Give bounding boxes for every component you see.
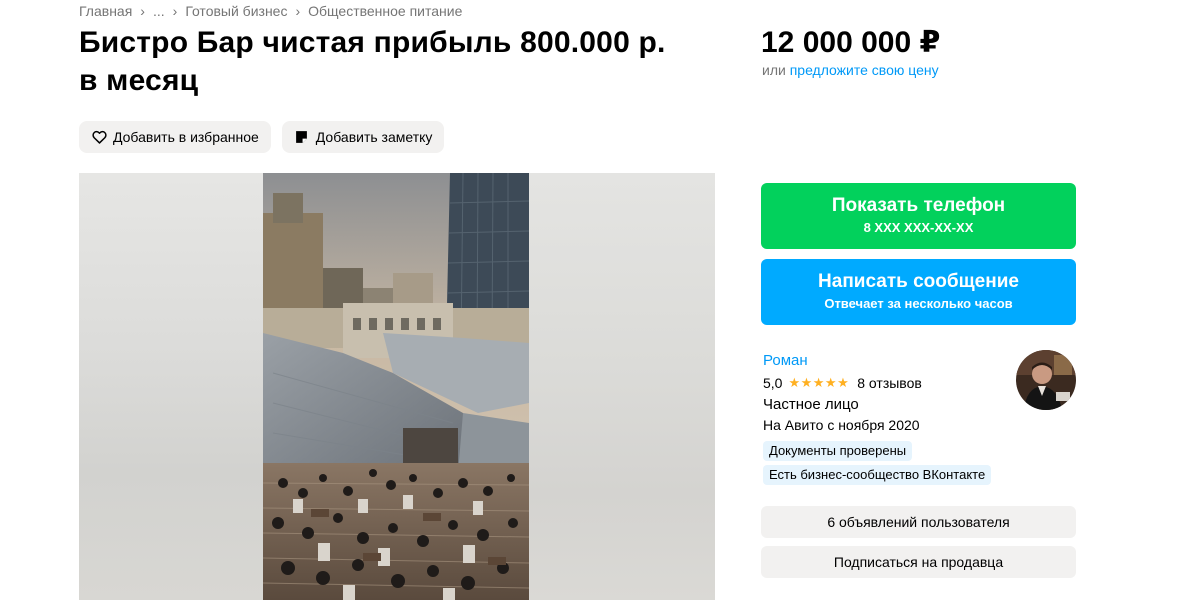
reviews-link[interactable]: 8 отзывов [857, 373, 922, 393]
add-to-favorites-button[interactable]: Добавить в избранное [79, 121, 271, 153]
price: 12 000 000 ₽ [761, 26, 941, 59]
add-note-label: Добавить заметку [315, 129, 433, 145]
page-title: Бистро Бар чистая прибыль 800.000 р. в м… [79, 24, 739, 100]
badge-documents-verified: Документы проверены [763, 441, 913, 461]
badge-vk-community: Есть бизнес-сообщество ВКонтакте [763, 465, 992, 485]
chevron-right-icon: › [140, 3, 145, 19]
breadcrumb-home[interactable]: Главная [79, 3, 132, 19]
listing-photo[interactable] [263, 173, 529, 600]
title-line-2: в месяц [79, 64, 199, 97]
masked-phone: 8 XXX XXX-XX-XX [863, 220, 974, 235]
star-rating-icon: ★★★★★ [788, 375, 850, 390]
write-message-button[interactable]: Написать сообщение Отвечает за несколько… [761, 259, 1076, 325]
rooftop-bar-image [263, 173, 529, 600]
chevron-right-icon: › [295, 3, 301, 19]
breadcrumb: Главная › ... › Готовый бизнес › Обществ… [79, 3, 462, 19]
breadcrumb-catering[interactable]: Общественное питание [308, 3, 462, 19]
chevron-right-icon: › [172, 3, 178, 19]
seller-avatar-image [1016, 350, 1076, 410]
heart-icon [91, 129, 107, 145]
gallery-blur-left [79, 173, 263, 600]
photo-gallery[interactable] [79, 173, 715, 600]
seller-ads-button[interactable]: 6 объявлений пользователя [761, 506, 1076, 538]
rating-value: 5,0 [763, 375, 783, 391]
write-message-label: Написать сообщение [818, 271, 1019, 292]
seller-badges: Документы проверены Есть бизнес-сообщест… [763, 437, 1077, 485]
add-note-button[interactable]: Добавить заметку [281, 121, 445, 153]
note-icon [294, 129, 310, 145]
seller-since: На Авито с ноября 2020 [763, 417, 920, 433]
price-offer: или предложите свою цену [762, 62, 939, 78]
subscribe-seller-button[interactable]: Подписаться на продавца [761, 546, 1076, 578]
subscribe-seller-label: Подписаться на продавца [833, 554, 1004, 570]
breadcrumb-ready-business[interactable]: Готовый бизнес [185, 3, 287, 19]
show-phone-label: Показать телефон [831, 195, 1006, 216]
offer-price-link[interactable]: предложите свою цену [790, 62, 939, 78]
add-to-favorites-label: Добавить в избранное [113, 129, 259, 145]
title-line-1: Бистро Бар чистая прибыль 800.000 р. [79, 26, 666, 59]
price-or-text: или [762, 62, 786, 78]
seller-ads-label: 6 объявлений пользователя [827, 514, 1010, 530]
listing-actions: Добавить в избранное Добавить заметку [79, 121, 445, 153]
breadcrumb-ellipsis[interactable]: ... [153, 3, 165, 19]
response-time-text: Отвечает за несколько часов [824, 296, 1013, 311]
show-phone-button[interactable]: Показать телефон 8 XXX XXX-XX-XX [761, 183, 1076, 249]
gallery-blur-right [529, 173, 715, 600]
avatar[interactable] [1016, 350, 1076, 410]
